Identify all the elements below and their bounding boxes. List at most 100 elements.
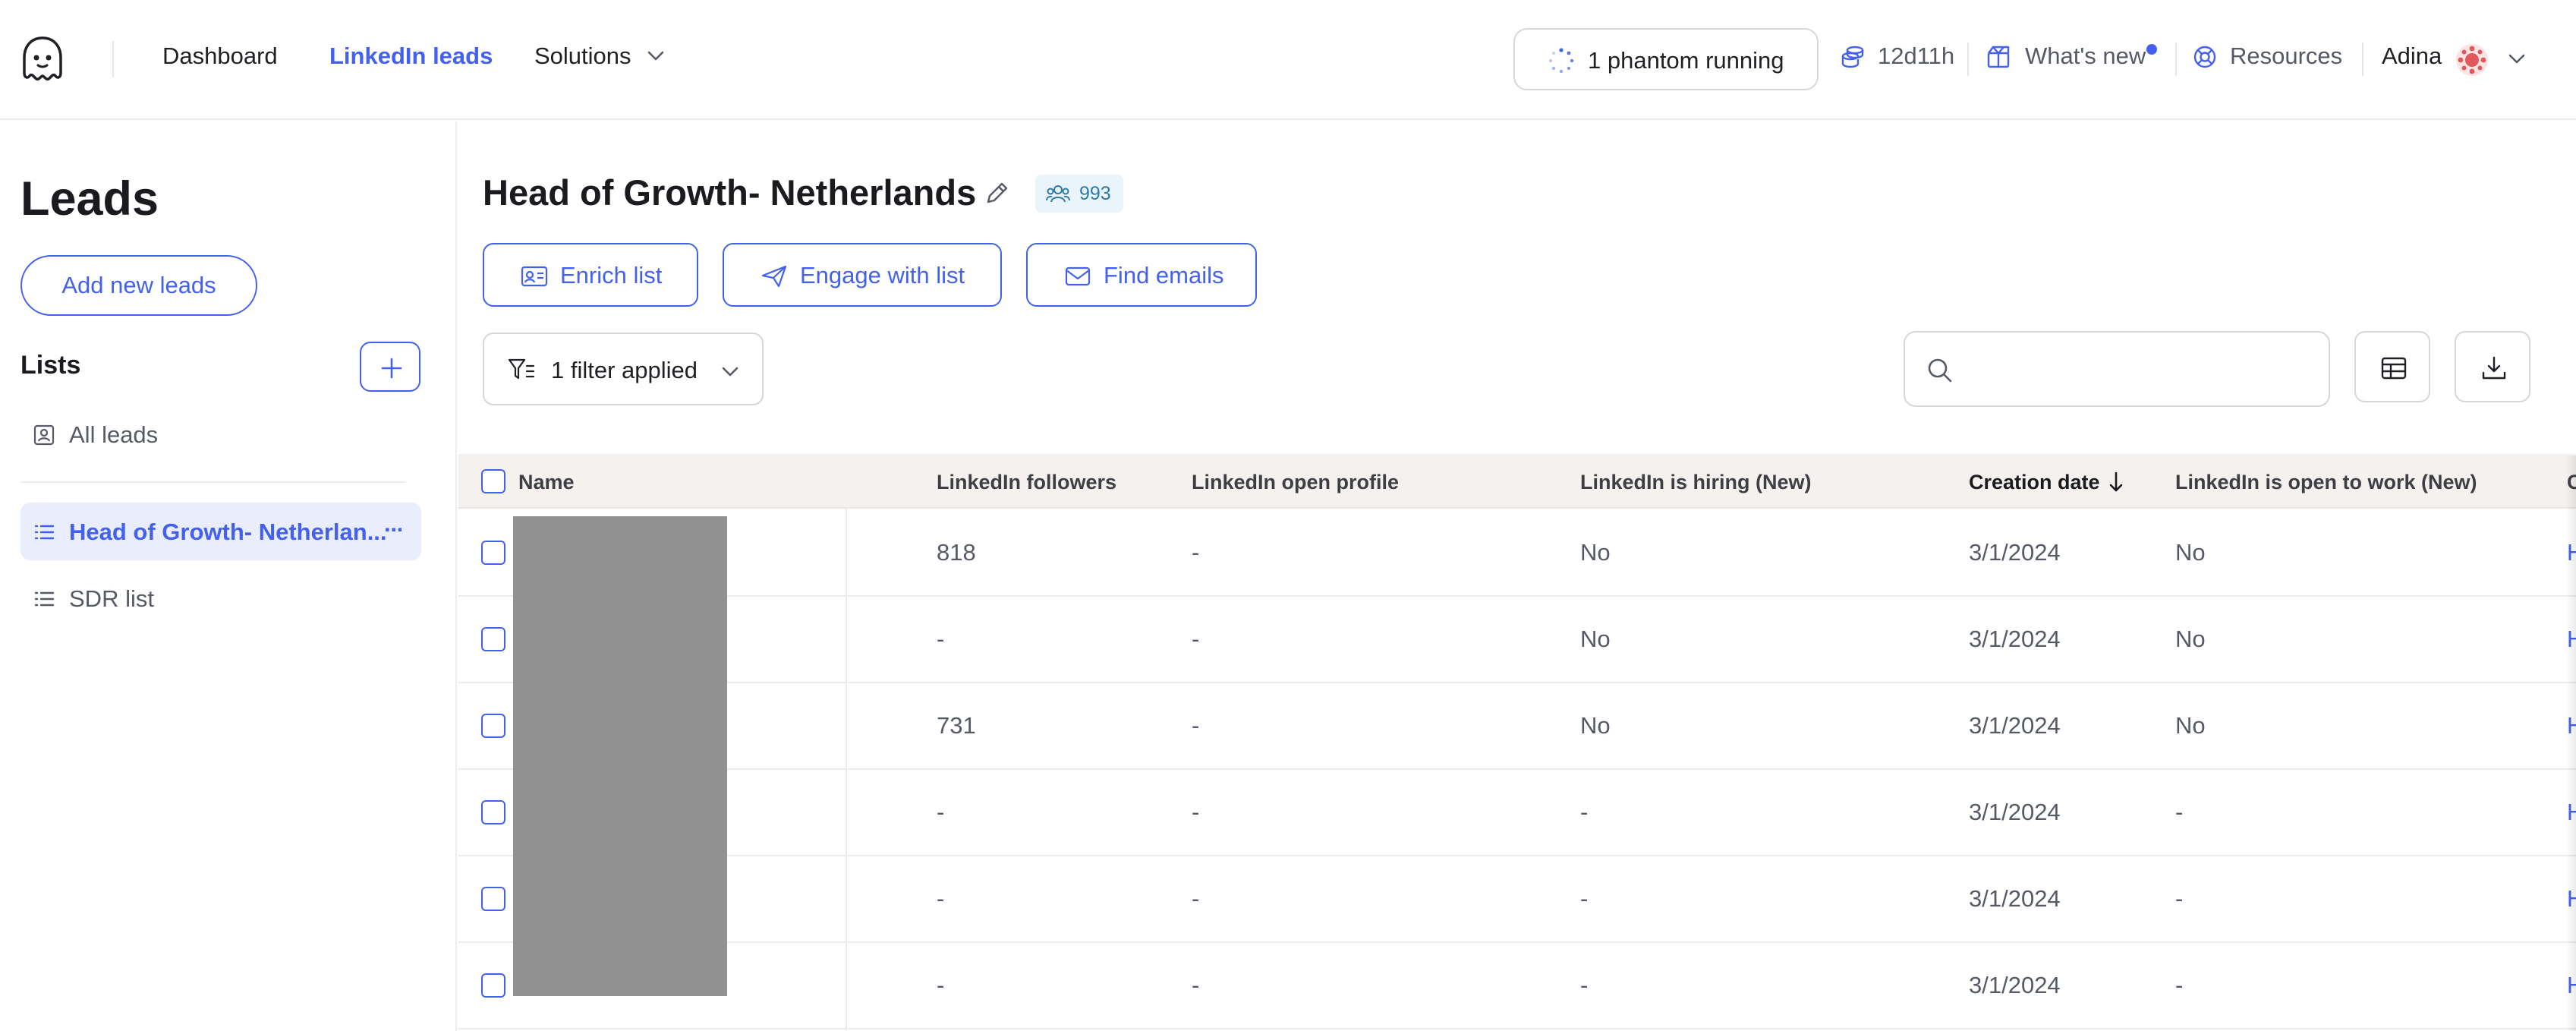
column-header-linkedin-is-hiring[interactable]: LinkedIn is hiring (New) xyxy=(1580,471,1812,494)
user-menu-chevron-down-icon[interactable] xyxy=(2508,53,2526,65)
table-row[interactable]: 731-No3/1/2024NoH xyxy=(458,683,2576,770)
cell-linkedin-followers: - xyxy=(937,626,945,652)
table-row[interactable]: ---3/1/2024-H xyxy=(458,770,2576,856)
cell-linkedin-is-hiring: - xyxy=(1580,972,1589,998)
cell-linkedin-is-hiring: No xyxy=(1580,712,1611,739)
time-remaining-label[interactable]: 12d11h xyxy=(1878,43,1954,70)
cell-linkedin-is-hiring: No xyxy=(1580,626,1611,652)
cell-linkedin-followers: - xyxy=(937,885,945,912)
name-column-divider xyxy=(846,509,847,1031)
user-avatar-icon[interactable] xyxy=(2455,43,2489,77)
sidebar-item-sdr-list[interactable]: SDR list xyxy=(20,569,421,627)
scroll-edge-shadow xyxy=(2565,456,2576,1031)
search-input[interactable] xyxy=(1966,348,2315,390)
cell-linkedin-followers: - xyxy=(937,972,945,998)
cell-creation-date: 3/1/2024 xyxy=(1969,626,2061,652)
cell-linkedin-is-hiring: - xyxy=(1580,885,1589,912)
cell-creation-date: 3/1/2024 xyxy=(1969,799,2061,825)
cell-creation-date: 3/1/2024 xyxy=(1969,712,2061,739)
add-new-leads-button[interactable]: Add new leads xyxy=(20,255,257,316)
sidebar-item-head-of-growth-netherlands[interactable]: Head of Growth- Netherlan... ··· xyxy=(20,503,421,560)
cell-linkedin-open-to-work: No xyxy=(2175,712,2206,739)
column-header-linkedin-open-profile[interactable]: LinkedIn open profile xyxy=(1192,471,1399,494)
table-row[interactable]: ---3/1/2024-H xyxy=(458,856,2576,943)
engage-with-list-label: Engage with list xyxy=(800,262,965,288)
new-notification-dot xyxy=(2146,44,2157,55)
solutions-chevron-down-icon[interactable] xyxy=(647,50,665,62)
phantombuster-ghost-logo-icon[interactable] xyxy=(20,35,65,84)
filter-dropdown-button[interactable]: 1 filter applied xyxy=(483,333,764,405)
table-header-row: Name LinkedIn followers LinkedIn open pr… xyxy=(458,454,2576,509)
table-row[interactable]: --No3/1/2024NoH xyxy=(458,597,2576,683)
phantom-running-status-button[interactable]: 1 phantom running xyxy=(1513,28,1819,90)
table-row[interactable]: ---3/1/2024-H xyxy=(458,943,2576,1029)
id-card-icon xyxy=(521,266,548,287)
row-checkbox[interactable] xyxy=(481,541,505,565)
row-checkbox[interactable] xyxy=(481,627,505,651)
nav-divider xyxy=(2175,43,2177,76)
filter-applied-label: 1 filter applied xyxy=(551,357,698,383)
users-group-icon xyxy=(1046,185,1070,203)
table-row[interactable]: 818-No3/1/2024NoH xyxy=(458,510,2576,597)
cell-linkedin-open-to-work: - xyxy=(2175,799,2184,825)
lifebuoy-icon xyxy=(2193,46,2216,68)
search-icon xyxy=(1928,358,1952,383)
sidebar-item-label: All leads xyxy=(69,421,159,448)
column-header-creation-date[interactable]: Creation date xyxy=(1969,471,2100,494)
engage-with-list-button[interactable]: Engage with list xyxy=(723,243,1002,307)
cell-linkedin-followers: 731 xyxy=(937,712,976,739)
row-checkbox[interactable] xyxy=(481,800,505,824)
cell-linkedin-followers: - xyxy=(937,799,945,825)
nav-dashboard-link[interactable]: Dashboard xyxy=(162,43,278,70)
whats-new-link[interactable]: What's new xyxy=(2025,43,2146,70)
chevron-down-icon xyxy=(722,367,738,377)
lists-heading: Lists xyxy=(20,351,81,380)
cell-linkedin-is-hiring: No xyxy=(1580,539,1611,566)
select-all-checkbox[interactable] xyxy=(481,469,505,493)
send-paper-plane-icon xyxy=(761,265,787,288)
table-columns-button[interactable] xyxy=(2354,331,2430,402)
column-header-linkedin-open-to-work[interactable]: LinkedIn is open to work (New) xyxy=(2175,471,2477,494)
cell-linkedin-open-profile: - xyxy=(1192,885,1200,912)
cell-linkedin-open-to-work: - xyxy=(2175,885,2184,912)
sidebar-title: Leads xyxy=(20,172,159,225)
lead-count: 993 xyxy=(1079,183,1111,204)
find-emails-button[interactable]: Find emails xyxy=(1026,243,1257,307)
enrich-list-button[interactable]: Enrich list xyxy=(483,243,698,307)
list-icon xyxy=(34,591,55,607)
nav-divider xyxy=(112,41,114,77)
cell-linkedin-open-profile: - xyxy=(1192,712,1200,739)
row-checkbox[interactable] xyxy=(481,887,505,911)
envelope-icon xyxy=(1065,266,1091,286)
user-name[interactable]: Adina xyxy=(2382,43,2442,70)
column-header-linkedin-followers[interactable]: LinkedIn followers xyxy=(937,471,1116,494)
sort-descending-arrow-icon[interactable] xyxy=(2107,471,2125,493)
cell-linkedin-open-profile: - xyxy=(1192,972,1200,998)
find-emails-label: Find emails xyxy=(1104,262,1224,288)
sidebar-item-all-leads[interactable]: All leads xyxy=(20,405,421,463)
leads-table: Name LinkedIn followers LinkedIn open pr… xyxy=(458,454,2576,1031)
column-header-name[interactable]: Name xyxy=(518,471,575,494)
nav-linkedin-leads-link[interactable]: LinkedIn leads xyxy=(329,43,493,70)
export-download-button[interactable] xyxy=(2455,331,2530,402)
table-layout-icon xyxy=(2381,357,2407,380)
add-list-button[interactable] xyxy=(360,342,420,392)
cell-linkedin-open-to-work: No xyxy=(2175,539,2206,566)
cell-linkedin-open-profile: - xyxy=(1192,799,1200,825)
phantom-running-label: 1 phantom running xyxy=(1588,47,1784,74)
cell-creation-date: 3/1/2024 xyxy=(1969,972,2061,998)
search-box[interactable] xyxy=(1904,331,2330,407)
sidebar-item-label: SDR list xyxy=(69,585,154,612)
enrich-list-label: Enrich list xyxy=(560,262,663,288)
cell-linkedin-open-profile: - xyxy=(1192,539,1200,566)
more-options-icon[interactable]: ··· xyxy=(384,516,405,544)
edit-pencil-icon[interactable] xyxy=(984,179,1011,207)
nav-solutions-menu[interactable]: Solutions xyxy=(534,43,631,70)
page-title: Head of Growth- Netherlands xyxy=(483,172,977,213)
gift-box-icon xyxy=(1987,46,2010,68)
row-checkbox[interactable] xyxy=(481,714,505,738)
cell-linkedin-open-profile: - xyxy=(1192,626,1200,652)
resources-link[interactable]: Resources xyxy=(2230,43,2342,70)
sidebar-divider xyxy=(20,481,406,483)
row-checkbox[interactable] xyxy=(481,973,505,998)
